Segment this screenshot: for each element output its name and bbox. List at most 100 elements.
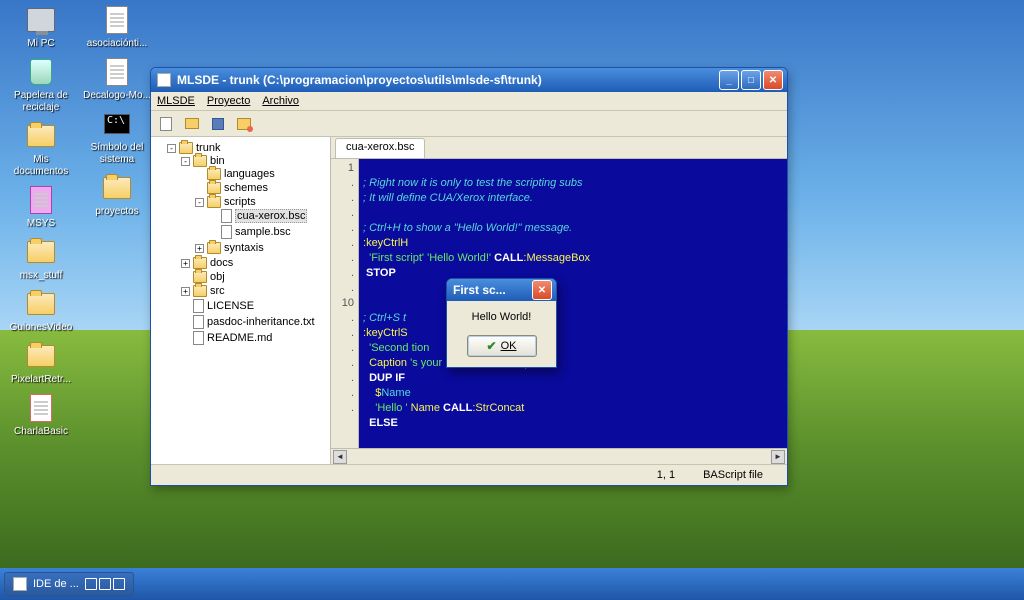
- tree-node-sample[interactable]: sample.bsc: [209, 225, 328, 239]
- minimize-button[interactable]: _: [719, 70, 739, 90]
- dialog-message: Hello World!: [472, 311, 532, 323]
- tree-node-languages[interactable]: languages: [195, 168, 328, 180]
- collapse-icon[interactable]: -: [167, 144, 176, 153]
- toolbar-save-button[interactable]: [209, 115, 227, 133]
- collapse-icon[interactable]: -: [195, 198, 204, 207]
- tree-node-schemes[interactable]: schemes: [195, 182, 328, 194]
- toolbar-run-button[interactable]: [235, 115, 253, 133]
- taskbar-task-ide[interactable]: IDE de ...: [4, 572, 134, 596]
- tree-node-src[interactable]: +src: [181, 285, 328, 297]
- dialog-close-button[interactable]: ✕: [532, 280, 552, 300]
- folder-icon: [207, 182, 221, 194]
- desktop-icons-col1: Mi PC Papelera de reciclaje Mis document…: [6, 4, 76, 438]
- expand-icon[interactable]: +: [181, 287, 190, 296]
- app-icon: [30, 186, 52, 214]
- expand-icon[interactable]: +: [181, 259, 190, 268]
- titlebar[interactable]: MLSDE - trunk (C:\programacion\proyectos…: [151, 68, 787, 92]
- folder-icon: [179, 142, 193, 154]
- tree-node-readme[interactable]: README.md: [181, 331, 328, 345]
- file-icon: [221, 225, 232, 239]
- file-icon: [221, 209, 232, 223]
- menu-archivo[interactable]: Archivo: [262, 95, 299, 107]
- ok-button[interactable]: ✔ OK: [467, 335, 537, 357]
- toolbar-open-button[interactable]: [183, 115, 201, 133]
- document-icon: [106, 6, 128, 34]
- task-window-icon: [85, 578, 97, 590]
- folder-icon: [27, 125, 55, 147]
- toolbar-new-button[interactable]: [157, 115, 175, 133]
- open-folder-icon: [185, 118, 199, 129]
- expand-icon[interactable]: +: [195, 244, 204, 253]
- tree-node-license[interactable]: LICENSE: [181, 299, 328, 313]
- desktop-icon-papelera[interactable]: Papelera de reciclaje: [6, 56, 76, 114]
- run-icon: [237, 118, 251, 130]
- desktop-icon-proyectos[interactable]: proyectos: [82, 172, 152, 218]
- folder-icon: [193, 271, 207, 283]
- task-window-icon: [99, 578, 111, 590]
- desktop-icon-msx-stuff[interactable]: msx_stuff: [6, 236, 76, 282]
- taskbar[interactable]: IDE de ...: [0, 568, 1024, 600]
- dialog-title: First sc...: [453, 283, 532, 297]
- scroll-right-button[interactable]: ►: [771, 450, 785, 464]
- desktop-icon-pixelart[interactable]: PixelartRetr...: [6, 340, 76, 386]
- tree-node-scripts[interactable]: -scripts: [195, 196, 328, 208]
- folder-icon: [27, 293, 55, 315]
- folder-icon: [193, 285, 207, 297]
- line-gutter: 1........ 10.......: [331, 159, 359, 448]
- menu-proyecto[interactable]: Proyecto: [207, 95, 250, 107]
- tree-node-cua-xerox[interactable]: cua-xerox.bsc: [209, 209, 328, 223]
- save-icon: [212, 118, 224, 130]
- document-icon: [106, 58, 128, 86]
- tree-node-obj[interactable]: obj: [181, 271, 328, 283]
- toolbar: [151, 111, 787, 137]
- folder-icon: [207, 242, 221, 254]
- dialog-titlebar[interactable]: First sc... ✕: [447, 279, 556, 301]
- desktop-icon-simbolo-sistema[interactable]: C:\Símbolo del sistema: [82, 108, 152, 166]
- desktop-icon-mis-documentos[interactable]: Mis documentos: [6, 120, 76, 178]
- desktop-icons-col2: asociaciónti... Decalogo-Mo... C:\Símbol…: [82, 4, 152, 218]
- desktop-icon-guionesvideo[interactable]: GuionesVideo: [6, 288, 76, 334]
- file-icon: [193, 315, 204, 329]
- horizontal-scrollbar[interactable]: ◄ ►: [331, 448, 787, 464]
- maximize-button[interactable]: □: [741, 70, 761, 90]
- file-type: BAScript file: [703, 469, 763, 481]
- mlsde-window: MLSDE - trunk (C:\programacion\proyectos…: [150, 67, 788, 486]
- folder-icon: [193, 257, 207, 269]
- close-button[interactable]: ✕: [763, 70, 783, 90]
- folder-icon: [193, 155, 207, 167]
- menubar: MLSDE Proyecto Archivo: [151, 92, 787, 111]
- tree-node-bin[interactable]: -bin: [181, 155, 328, 167]
- new-document-icon: [160, 117, 172, 131]
- project-tree[interactable]: -trunk -bin languages schemes -scripts c…: [151, 137, 331, 464]
- recycle-bin-icon: [30, 59, 52, 85]
- tree-node-docs[interactable]: +docs: [181, 257, 328, 269]
- desktop-icon-msys[interactable]: MSYS: [6, 184, 76, 230]
- pc-icon: [27, 8, 55, 32]
- tab-cua-xerox[interactable]: cua-xerox.bsc: [335, 138, 425, 158]
- scroll-left-button[interactable]: ◄: [333, 450, 347, 464]
- folder-icon: [103, 177, 131, 199]
- tree-node-syntaxis[interactable]: +syntaxis: [195, 242, 328, 254]
- statusbar: 1, 1 BAScript file: [151, 464, 787, 485]
- code-editor[interactable]: 1........ 10....... ; Right now it is on…: [331, 159, 787, 448]
- check-icon: ✔: [487, 339, 497, 353]
- desktop-icon-mi-pc[interactable]: Mi PC: [6, 4, 76, 50]
- messagebox-dialog: First sc... ✕ Hello World! ✔ OK: [446, 278, 557, 368]
- desktop-icon-asociacion[interactable]: asociaciónti...: [82, 4, 152, 50]
- editor-tabs: cua-xerox.bsc: [331, 137, 787, 159]
- collapse-icon[interactable]: -: [181, 157, 190, 166]
- code-content[interactable]: ; Right now it is only to test the scrip…: [359, 159, 787, 448]
- tree-root[interactable]: -trunk: [167, 142, 328, 154]
- folder-icon: [207, 168, 221, 180]
- task-window-icon: [113, 578, 125, 590]
- tree-node-pasdoc[interactable]: pasdoc-inheritance.txt: [181, 315, 328, 329]
- app-icon: [157, 73, 171, 87]
- window-title: MLSDE - trunk (C:\programacion\proyectos…: [177, 73, 719, 87]
- desktop-icon-charlabasic[interactable]: CharlaBasic: [6, 392, 76, 438]
- editor-area: cua-xerox.bsc 1........ 10....... ; Righ…: [331, 137, 787, 464]
- menu-mlsde[interactable]: MLSDE: [157, 95, 195, 107]
- file-icon: [193, 331, 204, 345]
- desktop-icon-decalogo[interactable]: Decalogo-Mo...: [82, 56, 152, 102]
- document-icon: [30, 394, 52, 422]
- folder-icon: [27, 241, 55, 263]
